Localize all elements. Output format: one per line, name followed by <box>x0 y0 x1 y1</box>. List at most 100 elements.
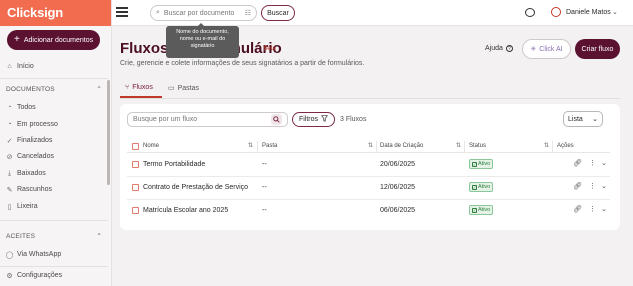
sort-icon[interactable]: ⇅ <box>456 142 461 149</box>
chevron-up-icon: ⌃ <box>96 233 102 240</box>
home-icon: ⌂ <box>7 63 12 70</box>
column-status[interactable]: Status <box>469 143 486 149</box>
active-tab-indicator <box>120 96 162 98</box>
sidebar-item-cancelados[interactable]: ⊘ Cancelados <box>6 153 54 161</box>
sidebar-item-label: Em processo <box>17 121 58 128</box>
status-label: Ativo <box>478 207 491 213</box>
flow-folder: -- <box>262 207 267 214</box>
search-icon[interactable] <box>271 114 282 125</box>
filter-sliders-icon[interactable]: ☷ <box>245 9 251 17</box>
sidebar: Clicksign + Adicionar documentos ⌂ Iníci… <box>0 0 112 286</box>
sidebar-item-baixados[interactable]: ⤓ Baixados <box>6 170 46 178</box>
chevron-down-icon[interactable]: ⌄ <box>601 205 607 213</box>
column-separator <box>376 141 377 152</box>
row-checkbox[interactable] <box>132 207 139 214</box>
divider <box>0 266 108 267</box>
link-icon[interactable]: 🔗︎ <box>573 159 582 167</box>
sidebar-item-todos[interactable]: ◔ Todos <box>6 104 35 111</box>
sort-icon[interactable]: ⇅ <box>544 142 549 149</box>
tab-pastas[interactable]: ▭ Pastas <box>168 84 199 93</box>
check-icon: ✓ <box>472 184 477 190</box>
clock-icon: ◔ <box>7 104 12 111</box>
sort-icon[interactable]: ⇅ <box>248 142 253 149</box>
status-label: Ativo <box>478 161 491 167</box>
view-select-value: Lista <box>568 115 583 123</box>
user-avatar-icon[interactable] <box>551 7 561 17</box>
column-nome[interactable]: Nome <box>143 143 159 149</box>
sidebar-item-finalizados[interactable]: ✓ Finalizados <box>6 137 53 145</box>
column-separator <box>464 141 465 152</box>
sidebar-scrollbar[interactable] <box>107 80 110 185</box>
sidebar-item-lixeira[interactable]: ▯ Lixeira <box>6 203 38 211</box>
chevron-down-icon[interactable]: ⌄ <box>612 8 618 16</box>
more-vertical-icon[interactable]: ⋮ <box>589 182 596 190</box>
sidebar-item-configuracoes[interactable]: ⚙ Configurações <box>6 272 62 280</box>
section-documentos[interactable]: DOCUMENTOS ⌃ <box>6 85 102 94</box>
column-separator <box>552 141 553 152</box>
select-all-checkbox[interactable] <box>132 143 139 150</box>
folder-icon: ▭ <box>168 85 175 92</box>
filtros-label: Filtros <box>298 116 319 123</box>
column-label: Ações <box>557 143 574 149</box>
filtros-button[interactable]: Filtros <box>292 112 335 127</box>
flow-folder: -- <box>262 184 267 191</box>
buscar-button[interactable]: Buscar <box>261 5 295 21</box>
column-data-criacao[interactable]: Data de Criação <box>380 143 423 149</box>
sidebar-item-label: Lixeira <box>17 203 38 210</box>
flow-name[interactable]: Matrícula Escolar ano 2025 <box>143 207 228 214</box>
sidebar-item-inicio[interactable]: ⌂ Início <box>6 63 33 70</box>
column-label: Pasta <box>262 143 278 149</box>
tab-fluxos[interactable]: ⑂ Fluxos <box>125 84 153 91</box>
chat-icon[interactable] <box>525 8 535 17</box>
table-row[interactable]: Termo Portabilidade -- 20/06/2025 ✓ Ativo… <box>127 154 610 177</box>
link-icon[interactable]: 🔗︎ <box>573 205 582 213</box>
view-select[interactable]: Lista ⌄ <box>563 111 603 127</box>
row-checkbox[interactable] <box>132 161 139 168</box>
divider <box>0 220 108 221</box>
search-icon: ⌕ <box>156 9 160 16</box>
status-badge: ✓ Ativo <box>469 182 494 192</box>
cancel-icon: ⊘ <box>6 153 13 161</box>
row-checkbox[interactable] <box>132 184 139 191</box>
flow-search-input[interactable]: Busque por um fluxo <box>127 112 288 127</box>
sidebar-item-label: Cancelados <box>17 153 54 160</box>
flow-name[interactable]: Contrato de Prestação de Serviço <box>143 184 248 191</box>
column-label: Data de Criação <box>380 143 424 149</box>
table-header: Nome ⇅ Pasta ⇅ Data de Criação ⇅ Status … <box>127 141 610 153</box>
beta-label: Beta <box>263 45 276 52</box>
add-documents-button[interactable]: + Adicionar documentos <box>7 30 100 50</box>
criar-fluxo-button[interactable]: Criar fluxo <box>575 39 620 59</box>
help-icon: ? <box>505 45 513 52</box>
sidebar-item-rascunhos[interactable]: ✎ Rascunhos <box>6 186 53 194</box>
more-vertical-icon[interactable]: ⋮ <box>589 159 596 167</box>
section-label: ACEITES <box>6 232 36 240</box>
table-row[interactable]: Matrícula Escolar ano 2025 -- 06/06/2025… <box>127 200 610 223</box>
table-row[interactable]: Contrato de Prestação de Serviço -- 12/0… <box>127 177 610 200</box>
click-ai-label: Click AI <box>539 45 563 53</box>
flow-icon: ⑂ <box>125 84 130 91</box>
chevron-down-icon[interactable]: ⌄ <box>601 182 607 190</box>
document-search-input[interactable]: ⌕ Buscar por documento ☷ <box>150 5 257 21</box>
search-placeholder: Buscar por documento <box>163 9 235 17</box>
ajuda-label: Ajuda <box>485 45 503 52</box>
ajuda-link[interactable]: Ajuda ? <box>485 45 513 52</box>
flow-name[interactable]: Termo Portabilidade <box>143 161 205 168</box>
link-icon[interactable]: 🔗︎ <box>573 182 582 190</box>
sidebar-item-label: Rascunhos <box>17 186 53 193</box>
clock-icon: ◔ <box>7 121 12 128</box>
user-name[interactable]: Daniele Matos <box>566 9 611 16</box>
plus-icon: + <box>14 34 20 45</box>
more-vertical-icon[interactable]: ⋮ <box>589 205 596 213</box>
sidebar-item-via-whatsapp[interactable]: ◯ Via WhatsApp <box>6 251 62 259</box>
chevron-down-icon[interactable]: ⌄ <box>601 159 607 167</box>
sidebar-item-em-processo[interactable]: ◔ Em processo <box>6 121 58 128</box>
flows-card: Busque por um fluxo Filtros 3 Fluxos Lis… <box>120 104 620 230</box>
sort-icon[interactable]: ⇅ <box>368 142 373 149</box>
column-pasta[interactable]: Pasta <box>262 143 277 149</box>
brand-logo[interactable]: Clicksign <box>0 0 111 26</box>
flow-folder: -- <box>262 161 267 168</box>
click-ai-button[interactable]: ✳ Click AI <box>522 39 571 59</box>
section-aceites[interactable]: ACEITES ⌃ <box>6 232 102 241</box>
menu-icon[interactable] <box>116 7 128 17</box>
check-icon: ✓ <box>472 161 477 167</box>
